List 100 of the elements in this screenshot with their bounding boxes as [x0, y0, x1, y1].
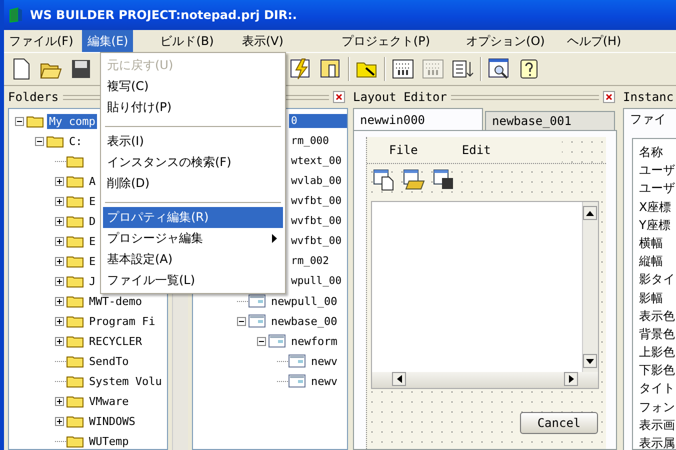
menu-item[interactable]: 表示(I) [103, 131, 283, 152]
list-sort-icon [452, 59, 474, 79]
folder-icon [66, 314, 84, 328]
folder-label[interactable]: SendTo [87, 354, 131, 368]
folder-icon [66, 434, 84, 448]
instance-label[interactable]: wvfbt_00 [289, 234, 344, 248]
expand-icon[interactable] [55, 216, 64, 226]
instance-label[interactable]: newform [289, 334, 340, 348]
folder-label[interactable]: RECYCLER [87, 334, 144, 348]
property-name: 縦幅 [639, 253, 664, 270]
tab[interactable]: newwin000 [353, 108, 483, 130]
property-name: 名称 [639, 144, 664, 161]
tab[interactable]: ファイ [623, 108, 676, 130]
menu-item[interactable]: プロシージャ編集 [103, 228, 283, 249]
folder-icon [66, 234, 84, 248]
property-name: Y座標 [639, 216, 672, 234]
panel-title: Layout Editor [353, 90, 447, 104]
dotted-grid-icon [422, 59, 444, 79]
cancel-button[interactable]: Cancel [520, 412, 598, 434]
menu-item[interactable]: 貼り付け(P) [103, 97, 283, 118]
instance-label[interactable]: newv [309, 354, 340, 368]
menu-item[interactable]: 複写(C) [103, 76, 283, 97]
scroll-up-button[interactable] [583, 206, 597, 220]
expand-icon[interactable] [55, 296, 64, 306]
instance-label[interactable]: newpull_00 [269, 294, 340, 308]
instance-label[interactable]: rm_002 [289, 254, 331, 268]
instance-label[interactable]: newv [309, 374, 340, 388]
expand-icon[interactable] [55, 276, 64, 286]
folder-label[interactable]: VMware [87, 394, 131, 408]
property-name: 下影色 [639, 362, 676, 380]
close-icon[interactable] [603, 91, 615, 103]
left-arrow-icon [396, 375, 402, 383]
property-name: 表示色 [639, 308, 676, 325]
expand-icon[interactable] [55, 396, 64, 406]
folder-label[interactable]: WINDOWS [87, 414, 138, 428]
folder-label[interactable]: E [87, 254, 98, 268]
property-name: 横幅 [639, 234, 664, 252]
new-file-icon [11, 58, 31, 80]
expand-icon[interactable] [55, 416, 64, 426]
submenu-arrow-icon [272, 234, 277, 243]
folder-label[interactable]: C: [67, 134, 84, 148]
instance-label[interactable]: wvlab_00 [289, 174, 344, 188]
folder-icon [66, 294, 84, 308]
expand-icon[interactable] [55, 336, 64, 346]
property-name: フォン [639, 398, 676, 416]
menu-item[interactable]: 削除(D) [103, 173, 283, 194]
menu-item[interactable]: ファイル一覧(L) [103, 270, 283, 291]
menu-item[interactable]: 編集(E) [82, 30, 134, 52]
folder-label[interactable]: System Volu [87, 374, 164, 388]
scroll-right-button[interactable] [564, 372, 578, 386]
expand-icon[interactable] [55, 236, 64, 246]
close-icon[interactable] [333, 91, 345, 103]
property-name: ユーザ [639, 180, 676, 198]
folder-label[interactable]: MWT-demo [87, 294, 144, 308]
instance-label[interactable]: wtext_00 [289, 154, 344, 168]
folder-label[interactable]: J [87, 274, 98, 288]
folder-label[interactable]: WUTemp [87, 434, 131, 448]
menu-item[interactable]: ビルド(B) [155, 30, 219, 52]
folder-label[interactable]: My comp [47, 114, 98, 128]
folder-label[interactable]: E [87, 234, 98, 248]
folder-label[interactable]: A [87, 174, 98, 188]
collapse-icon[interactable] [35, 136, 44, 146]
collapse-icon[interactable] [15, 116, 24, 126]
menu-item[interactable]: プロジェクト(P) [336, 30, 436, 52]
menu-item[interactable]: オプション(O) [461, 30, 550, 52]
property-name: 上影色 [639, 344, 676, 362]
window-title: WS BUILDER PROJECT:notepad.prj DIR:. [30, 8, 297, 22]
expand-icon[interactable] [55, 196, 64, 206]
tab[interactable]: newbase_001 [485, 111, 615, 130]
expand-icon[interactable] [55, 316, 64, 326]
property-name: X座標 [639, 198, 672, 216]
menu-item[interactable]: インスタンスの検索(F) [103, 152, 283, 173]
menu-item[interactable]: 表示(V) [236, 30, 288, 52]
expand-icon[interactable] [55, 256, 64, 266]
scroll-left-button[interactable] [392, 372, 406, 386]
instance-label[interactable]: wvfbt_00 [289, 214, 344, 228]
scroll-down-button[interactable] [583, 354, 597, 368]
down-arrow-icon [586, 358, 594, 364]
folder-icon [66, 254, 84, 268]
panel-title: Instanc [623, 90, 674, 104]
collapse-icon[interactable] [257, 336, 266, 346]
folder-icon [66, 374, 84, 388]
menu-item[interactable]: プロパティ編集(R) [103, 207, 283, 228]
instance-label[interactable]: 0 [289, 114, 347, 128]
expand-icon[interactable] [55, 176, 64, 186]
instance-label[interactable]: wvfbt_00 [289, 194, 344, 208]
collapse-icon[interactable] [237, 316, 246, 326]
folder-label[interactable]: Program Fi [87, 314, 158, 328]
window-magnifier-icon [488, 58, 510, 80]
folder-label[interactable]: D [87, 214, 98, 228]
instance-label[interactable]: newbase_00 [269, 314, 340, 328]
folder-icon [66, 334, 84, 348]
menu-item[interactable]: 基本設定(A) [103, 249, 283, 270]
folder-label[interactable]: E [87, 194, 98, 208]
property-name: 背景色 [639, 326, 676, 343]
instance-label[interactable]: wpull_00 [289, 274, 344, 288]
instance-label[interactable]: rm_000 [289, 134, 331, 148]
menu-item[interactable]: ファイル(F) [4, 30, 78, 52]
property-name: 影タイ [639, 271, 676, 288]
menu-item[interactable]: ヘルプ(H) [562, 30, 626, 52]
